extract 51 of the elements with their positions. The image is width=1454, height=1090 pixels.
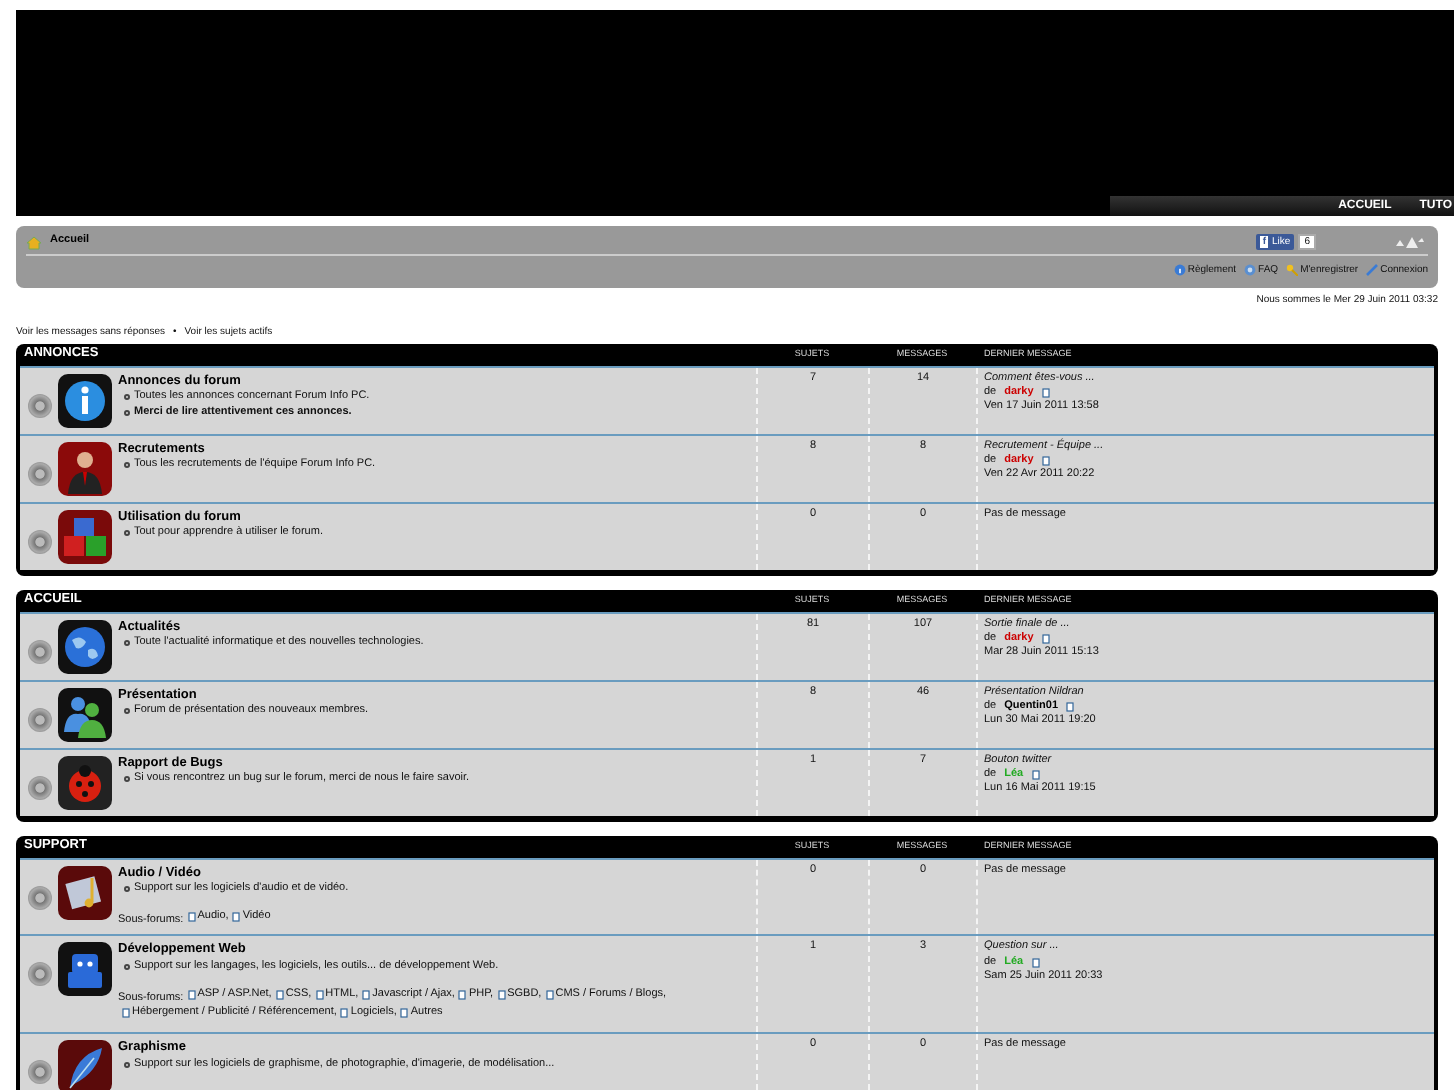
page-icon <box>340 1008 349 1019</box>
page-icon <box>1041 456 1050 467</box>
robot-icon <box>58 942 112 997</box>
page-icon <box>275 989 284 1000</box>
status-icon <box>28 707 52 731</box>
feather-icon <box>58 1039 112 1090</box>
bullet-icon <box>124 886 130 893</box>
page-icon <box>232 911 241 922</box>
page-icon <box>187 911 196 922</box>
bullet-icon <box>124 409 130 416</box>
page-icon <box>458 989 467 1000</box>
key-icon <box>1286 264 1299 276</box>
page-icon <box>1031 957 1040 968</box>
page-icon <box>1066 702 1075 713</box>
status-icon <box>28 885 52 909</box>
page-icon <box>1031 770 1040 781</box>
page-icon <box>1041 388 1050 399</box>
bullet-icon <box>124 394 130 401</box>
page-icon <box>497 989 506 1000</box>
help-icon <box>1244 264 1257 276</box>
page-icon <box>362 989 371 1000</box>
status-icon <box>28 775 52 799</box>
status-icon <box>28 529 52 553</box>
bullet-icon <box>124 708 130 715</box>
page-icon <box>545 989 554 1000</box>
people-icon <box>58 687 112 741</box>
page-icon <box>1041 634 1050 645</box>
status-icon <box>28 461 52 485</box>
status-icon <box>28 1059 52 1084</box>
bullet-icon <box>124 530 130 537</box>
bullet-icon <box>124 964 130 971</box>
cubes-icon <box>58 509 112 563</box>
home-icon <box>26 235 42 249</box>
bullet-icon <box>124 640 130 647</box>
ladybug-icon <box>58 755 112 809</box>
status-icon <box>28 639 52 663</box>
page-icon <box>400 1008 409 1019</box>
page-icon <box>187 989 196 1000</box>
pen-icon <box>1366 264 1379 276</box>
businessman-icon <box>58 441 112 495</box>
status-icon <box>28 962 52 987</box>
bullet-icon <box>124 1061 130 1068</box>
music-note-icon <box>58 865 112 919</box>
bullet-icon <box>124 776 130 783</box>
bullet-icon <box>124 462 130 469</box>
page-icon <box>122 1008 130 1019</box>
status-icon <box>28 393 52 417</box>
info-icon <box>1173 264 1186 276</box>
page-icon <box>315 989 324 1000</box>
globe-icon <box>58 619 112 673</box>
info-icon <box>58 373 112 427</box>
